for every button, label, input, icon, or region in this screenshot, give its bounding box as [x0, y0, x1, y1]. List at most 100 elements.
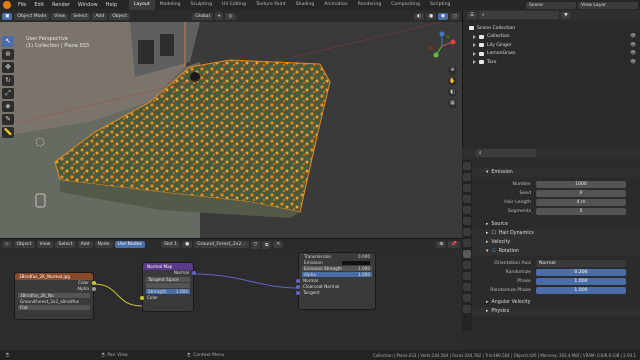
render-tab-icon[interactable]	[463, 173, 471, 181]
viewport-menu-select[interactable]: Select	[70, 12, 91, 20]
visibility-eye-icon[interactable]: 👁	[630, 60, 640, 65]
socket-normal-out[interactable]: Normal	[143, 270, 196, 276]
uv-map-field[interactable]	[146, 283, 190, 288]
slot-dropdown[interactable]: Slot 1	[160, 241, 181, 248]
phase-slider[interactable]: 1.000	[536, 278, 626, 285]
shader-node-editor[interactable]: 3Brsdfus_2K_Normal.jpg Color Alpha 3Brsd…	[0, 250, 462, 350]
modifier-tab-icon[interactable]	[463, 239, 471, 247]
world-tab-icon[interactable]	[463, 217, 471, 225]
image-texture-node[interactable]: 3Brsdfus_2K_Normal.jpg Color Alpha 3Brsd…	[14, 272, 96, 320]
rotate-icon[interactable]: ↻	[2, 75, 14, 86]
tab-sculpting[interactable]: Sculpting	[186, 0, 217, 10]
viewport-menu-view[interactable]: View	[51, 12, 69, 20]
socket-dot-icon[interactable]	[296, 279, 300, 283]
visibility-eye-icon[interactable]: 👁	[630, 51, 640, 56]
data-tab-icon[interactable]	[463, 283, 471, 291]
outliner-display-icon[interactable]: ☰	[467, 11, 478, 19]
select-tool-icon[interactable]: ▣	[2, 12, 13, 20]
view-layer-tab-icon[interactable]	[463, 195, 471, 203]
snap-nodes-icon[interactable]: ⊞	[436, 241, 447, 248]
visibility-eye-icon[interactable]: 👁	[630, 43, 640, 48]
emission-panel-header[interactable]: ▾ Emission	[472, 168, 640, 177]
scene-selector[interactable]: Scene	[526, 1, 576, 9]
socket-color-in[interactable]: Color	[140, 295, 193, 301]
viewport-menu-add[interactable]: Add	[92, 12, 108, 20]
new-material-icon[interactable]: ⧉	[262, 240, 272, 249]
node-menu-node[interactable]: Node	[94, 241, 113, 248]
outliner-item-collection[interactable]: Collection 👁	[463, 33, 640, 42]
bsdf-socket-tangent[interactable]: Tangent	[296, 290, 375, 296]
filter-icon[interactable]: ▼	[561, 11, 571, 19]
tab-modeling[interactable]: Modeling	[155, 0, 186, 10]
cursor-icon[interactable]: ⊕	[2, 49, 14, 60]
transform-icon[interactable]: ◈	[2, 101, 14, 112]
angular-velocity-panel-header[interactable]: ▸ Angular Velocity	[472, 298, 640, 307]
bsdf-row-transmission[interactable]: Transmission 0.000	[302, 254, 372, 259]
number-field[interactable]: 1000	[536, 181, 626, 188]
rotation-panel-header[interactable]: ▾ ☑ Rotation	[472, 247, 640, 256]
pan-icon[interactable]: ✋	[448, 77, 457, 86]
solid-shading-icon[interactable]: ●	[425, 12, 436, 20]
move-icon[interactable]: ✥	[2, 62, 14, 73]
outliner-item-lemongrass[interactable]: LemonGrass 👁	[463, 50, 640, 59]
measure-icon[interactable]: 📏	[2, 127, 14, 138]
particles-tab-icon[interactable]	[463, 250, 471, 258]
overlays-icon[interactable]: ◐	[413, 12, 424, 20]
proportional-edit-icon[interactable]: ◎	[225, 12, 236, 20]
viewport-menu-object[interactable]: Object	[109, 12, 131, 20]
socket-dot-icon[interactable]	[92, 281, 96, 285]
camera-view-icon[interactable]: ◧	[448, 88, 457, 97]
space-dropdown[interactable]: Tangent Space	[146, 277, 190, 282]
socket-dot-icon[interactable]	[92, 287, 96, 291]
material-tab-icon[interactable]	[463, 294, 471, 302]
object-mode-dropdown[interactable]: Object Mode	[14, 12, 50, 20]
menu-window[interactable]: Window	[74, 2, 102, 8]
hair-dynamics-panel-header[interactable]: ▸ ☐ Hair Dynamics	[472, 229, 640, 238]
tab-layout[interactable]: Layout	[129, 0, 155, 10]
node-menu-select[interactable]: Select	[55, 241, 76, 248]
outliner-item-taro[interactable]: Taro 👁	[463, 58, 640, 67]
expand-icon[interactable]	[473, 51, 476, 56]
bsdf-row-alpha[interactable]: Alpha 1.000	[302, 272, 372, 277]
node-menu-view[interactable]: View	[36, 241, 54, 248]
socket-dot-icon[interactable]	[296, 285, 300, 289]
expand-icon[interactable]	[473, 60, 476, 65]
snap-icon[interactable]: ⌖	[214, 12, 224, 20]
blender-logo-icon[interactable]	[3, 1, 11, 9]
expand-icon[interactable]	[473, 43, 476, 48]
scale-icon[interactable]: ⤢	[2, 88, 14, 99]
texture-tab-icon[interactable]	[463, 305, 471, 313]
menu-help[interactable]: Help	[102, 2, 121, 8]
transform-orientation-dropdown[interactable]: Global	[192, 12, 213, 20]
tab-compositing[interactable]: Compositing	[386, 0, 425, 10]
view-layer-selector[interactable]: View Layer	[578, 1, 638, 9]
physics-panel-header[interactable]: ▸ Physics	[472, 307, 640, 316]
checkbox-icon[interactable]: ☐	[491, 231, 495, 236]
orientation-axis-dropdown[interactable]: Normal	[536, 260, 626, 267]
projection-dropdown[interactable]: Flat	[18, 305, 90, 310]
zoom-icon[interactable]: ⊕	[448, 66, 457, 75]
outliner-search-input[interactable]: ⌕	[479, 11, 560, 19]
scene-tab-icon[interactable]	[463, 206, 471, 214]
checkbox-checked-icon[interactable]: ☑	[491, 249, 495, 254]
navigation-gizmo[interactable]	[426, 30, 458, 62]
randomize-phase-slider[interactable]: 1.000	[536, 287, 626, 294]
pin-icon[interactable]: 📌	[448, 241, 460, 248]
source-panel-header[interactable]: ▸ Source	[472, 220, 640, 229]
editor-type-icon[interactable]: ◇	[2, 241, 12, 248]
normal-map-node[interactable]: Normal Map Normal Tangent Space Strength…	[140, 262, 196, 312]
socket-alpha-out[interactable]: Alpha	[15, 286, 96, 292]
emission-color-swatch[interactable]	[342, 260, 370, 265]
outliner-scene-collection[interactable]: Scene Collection	[463, 24, 640, 33]
hair-length-field[interactable]: 4 m	[536, 199, 626, 206]
tab-shading[interactable]: Shading	[291, 0, 320, 10]
physics-tab-icon[interactable]	[463, 261, 471, 269]
randomize-slider[interactable]: 0.206	[536, 269, 626, 276]
output-tab-icon[interactable]	[463, 184, 471, 192]
expand-icon[interactable]	[473, 34, 476, 39]
material-browse-icon[interactable]: ●	[182, 241, 193, 248]
constraints-tab-icon[interactable]	[463, 272, 471, 280]
socket-dot-icon[interactable]	[192, 271, 196, 275]
velocity-panel-header[interactable]: ▸ Velocity	[472, 238, 640, 247]
seed-field[interactable]: 0	[536, 190, 626, 197]
